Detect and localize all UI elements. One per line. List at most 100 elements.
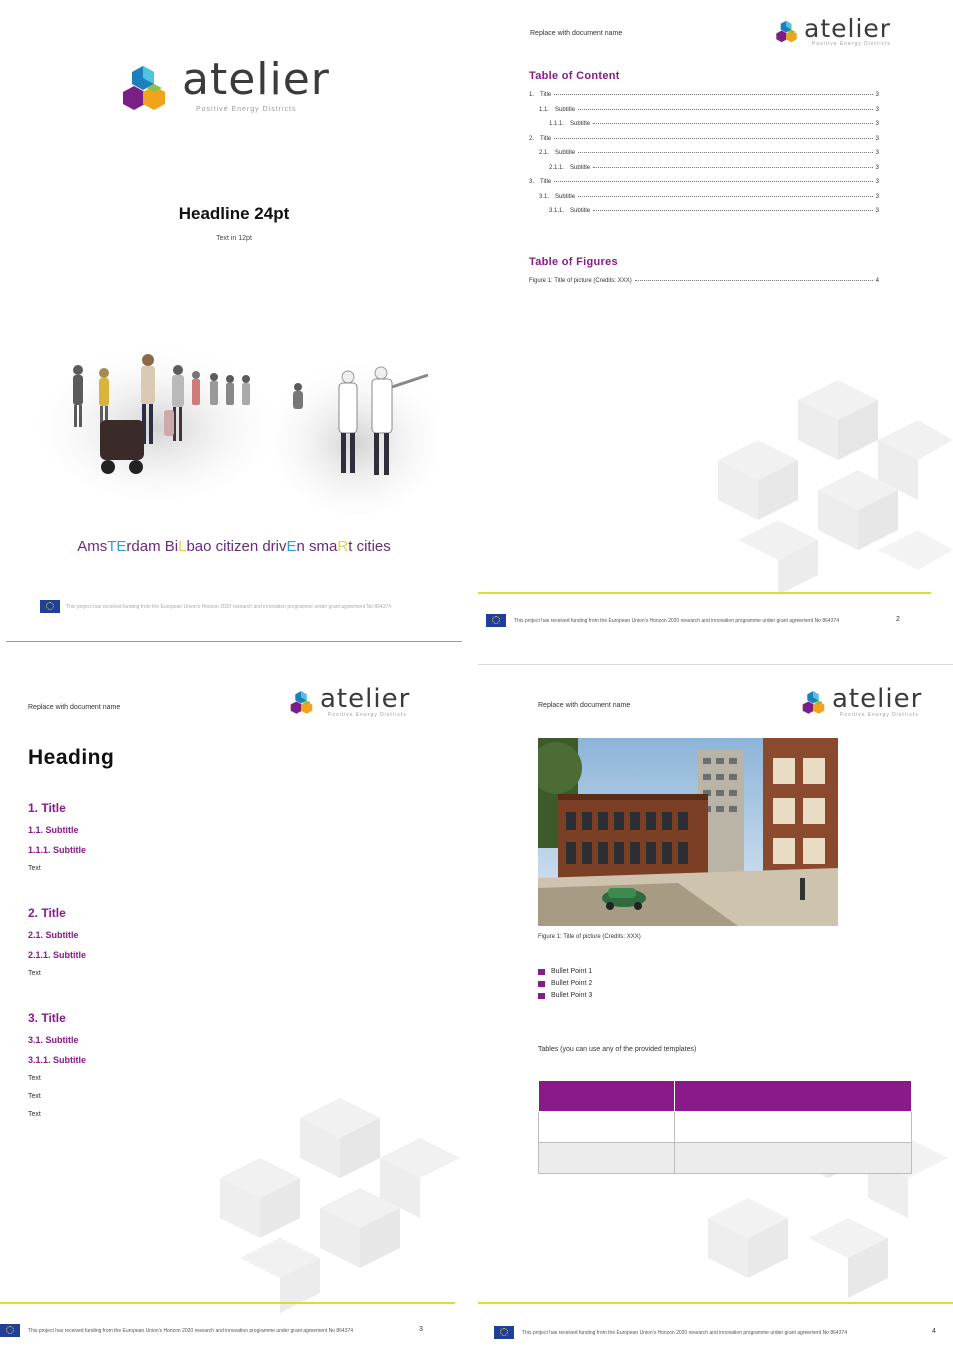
atelier-logo: atelier Positive Energy Districts: [796, 686, 922, 720]
leader-dots: [578, 152, 873, 153]
toc-entry-label: Subtitle: [555, 150, 576, 156]
toc-entry-page: 3: [875, 92, 879, 98]
bullet-square-icon: [538, 980, 545, 987]
tof-entry[interactable]: Figure 1: Title of picture (Credits: XXX…: [529, 278, 879, 284]
building-photo: [538, 738, 838, 926]
page-heading: Heading: [28, 746, 115, 769]
body-text: Text: [28, 865, 41, 872]
cube-pattern-watermark: [220, 1098, 460, 1313]
eu-flag-icon: [486, 614, 506, 627]
toc-entry-number: 3.1.: [539, 193, 550, 200]
hexagon-logo-icon: [123, 66, 165, 110]
atelier-logo: atelier Positive Energy Districts: [770, 16, 891, 48]
tagline-segment: n sma: [296, 538, 338, 555]
body-text: Text: [28, 1093, 41, 1100]
table-cell[interactable]: [674, 1142, 912, 1174]
logo-wordmark: atelier: [320, 684, 411, 714]
document-name-placeholder: Replace with document name: [538, 702, 631, 709]
toc-heading: Table of Content: [529, 70, 620, 82]
content-page: Replace with document name atelier Posit…: [478, 668, 953, 1352]
table-cell[interactable]: [538, 1111, 675, 1143]
toc-entry[interactable]: 3. Title 3: [529, 179, 879, 185]
toc-entry-number: 2.1.: [539, 150, 550, 156]
eu-flag-icon: [0, 1324, 20, 1337]
toc-entry[interactable]: 2.1.1. Subtitle 3: [549, 165, 879, 171]
toc-entry-page: 3: [875, 179, 879, 185]
toc-entry-number: 1.1.: [539, 106, 550, 113]
toc-entry[interactable]: 2. Title 3: [529, 136, 879, 142]
cube-pattern-watermark: [718, 380, 953, 595]
body-text: Text: [28, 970, 41, 977]
page-number: 2: [896, 616, 900, 623]
tagline-segment: Ams: [77, 538, 108, 555]
logo-wordmark: atelier: [182, 54, 330, 105]
toc-entry-page: 3: [875, 121, 879, 127]
toc-entry[interactable]: 1.1.1. Subtitle 3: [549, 121, 879, 127]
footer-rule: [0, 1302, 455, 1304]
tagline-segment: R: [337, 538, 349, 555]
table-header-cell[interactable]: [674, 1080, 912, 1112]
leader-dots: [554, 181, 873, 182]
toc-entry[interactable]: 1.1. Subtitle 3: [539, 107, 879, 113]
logo-subtitle: Positive Energy Districts: [196, 106, 297, 113]
toc-entry-label: Subtitle: [570, 208, 591, 214]
logo-wordmark: atelier: [832, 684, 923, 714]
footer-rule: [478, 1302, 953, 1304]
section-subtitle: 3.1. Subtitle: [28, 1035, 79, 1045]
eu-flag-icon: [40, 600, 60, 613]
toc-entry-label: Title: [540, 179, 552, 185]
logo-wordmark: atelier: [804, 14, 892, 43]
document-name-placeholder: Replace with document name: [530, 30, 623, 37]
toc-entry-number: 3.1.1.: [549, 208, 565, 214]
hexagon-logo-icon: [802, 691, 825, 714]
cover-headline: Headline 24pt: [178, 204, 290, 223]
footer-rule: [478, 592, 931, 594]
atelier-logo: atelier Positive Energy Districts: [284, 686, 410, 720]
bullet-point: Bullet Point 2: [538, 980, 592, 987]
section-subsubtitle: 3.1.1. Subtitle: [28, 1055, 87, 1065]
bullet-text: Bullet Point 2: [551, 980, 593, 987]
cover-illustration: [36, 340, 436, 515]
atelier-logo: atelier Positive Energy Districts: [110, 58, 330, 120]
section-subsubtitle: 1.1.1. Subtitle: [28, 845, 87, 855]
toc-entry-number: 3.: [529, 179, 535, 185]
toc-entry-page: 3: [875, 135, 879, 142]
toc-entry[interactable]: 3.1.1. Subtitle 3: [549, 208, 879, 214]
template-table: [538, 1080, 912, 1174]
table-cell[interactable]: [538, 1142, 675, 1174]
toc-entry-page: 3: [875, 193, 879, 200]
bullet-point: Bullet Point 3: [538, 992, 592, 999]
toc-entry[interactable]: 2.1. Subtitle 3: [539, 150, 879, 156]
leader-dots: [593, 123, 873, 124]
hexagon-logo-icon: [290, 691, 313, 714]
bullet-square-icon: [538, 968, 545, 975]
tof-entry-label: Figure 1: Title of picture (Credits: XXX…: [529, 278, 632, 284]
toc-entry-label: Subtitle: [555, 193, 576, 200]
page-number: 3: [419, 1326, 423, 1333]
table-cell[interactable]: [674, 1111, 912, 1143]
tagline-segment: TE: [107, 538, 127, 555]
toc-entry-page: 3: [875, 106, 879, 113]
toc-entry-label: Subtitle: [555, 106, 576, 113]
toc-entry-number: 1.: [529, 92, 535, 98]
toc-entry-number: 2.1.1.: [549, 164, 565, 171]
footer-funding-text: This project has received funding from t…: [66, 604, 392, 610]
tagline-segment: E: [286, 538, 297, 555]
toc-entry-page: 3: [875, 208, 879, 214]
tagline-segment: t cities: [348, 538, 391, 555]
toc-entry[interactable]: 1. Title 3: [529, 92, 879, 98]
toc-entry-number: 2.: [529, 135, 535, 142]
document-name-placeholder: Replace with document name: [28, 704, 121, 711]
table-header-cell[interactable]: [538, 1080, 675, 1112]
toc-entry-label: Title: [540, 92, 552, 98]
leader-dots: [593, 166, 873, 168]
toc-entry-page: 3: [875, 164, 879, 171]
section-subtitle: 1.1. Subtitle: [28, 825, 79, 835]
tof-heading: Table of Figures: [529, 256, 618, 268]
eu-flag-icon: [494, 1326, 514, 1339]
logo-subtitle: Positive Energy Districts: [840, 712, 919, 718]
page-separator: [478, 664, 953, 665]
page-number: 4: [932, 1328, 936, 1335]
toc-entry[interactable]: 3.1. Subtitle 3: [539, 194, 879, 200]
leader-dots: [554, 94, 873, 95]
